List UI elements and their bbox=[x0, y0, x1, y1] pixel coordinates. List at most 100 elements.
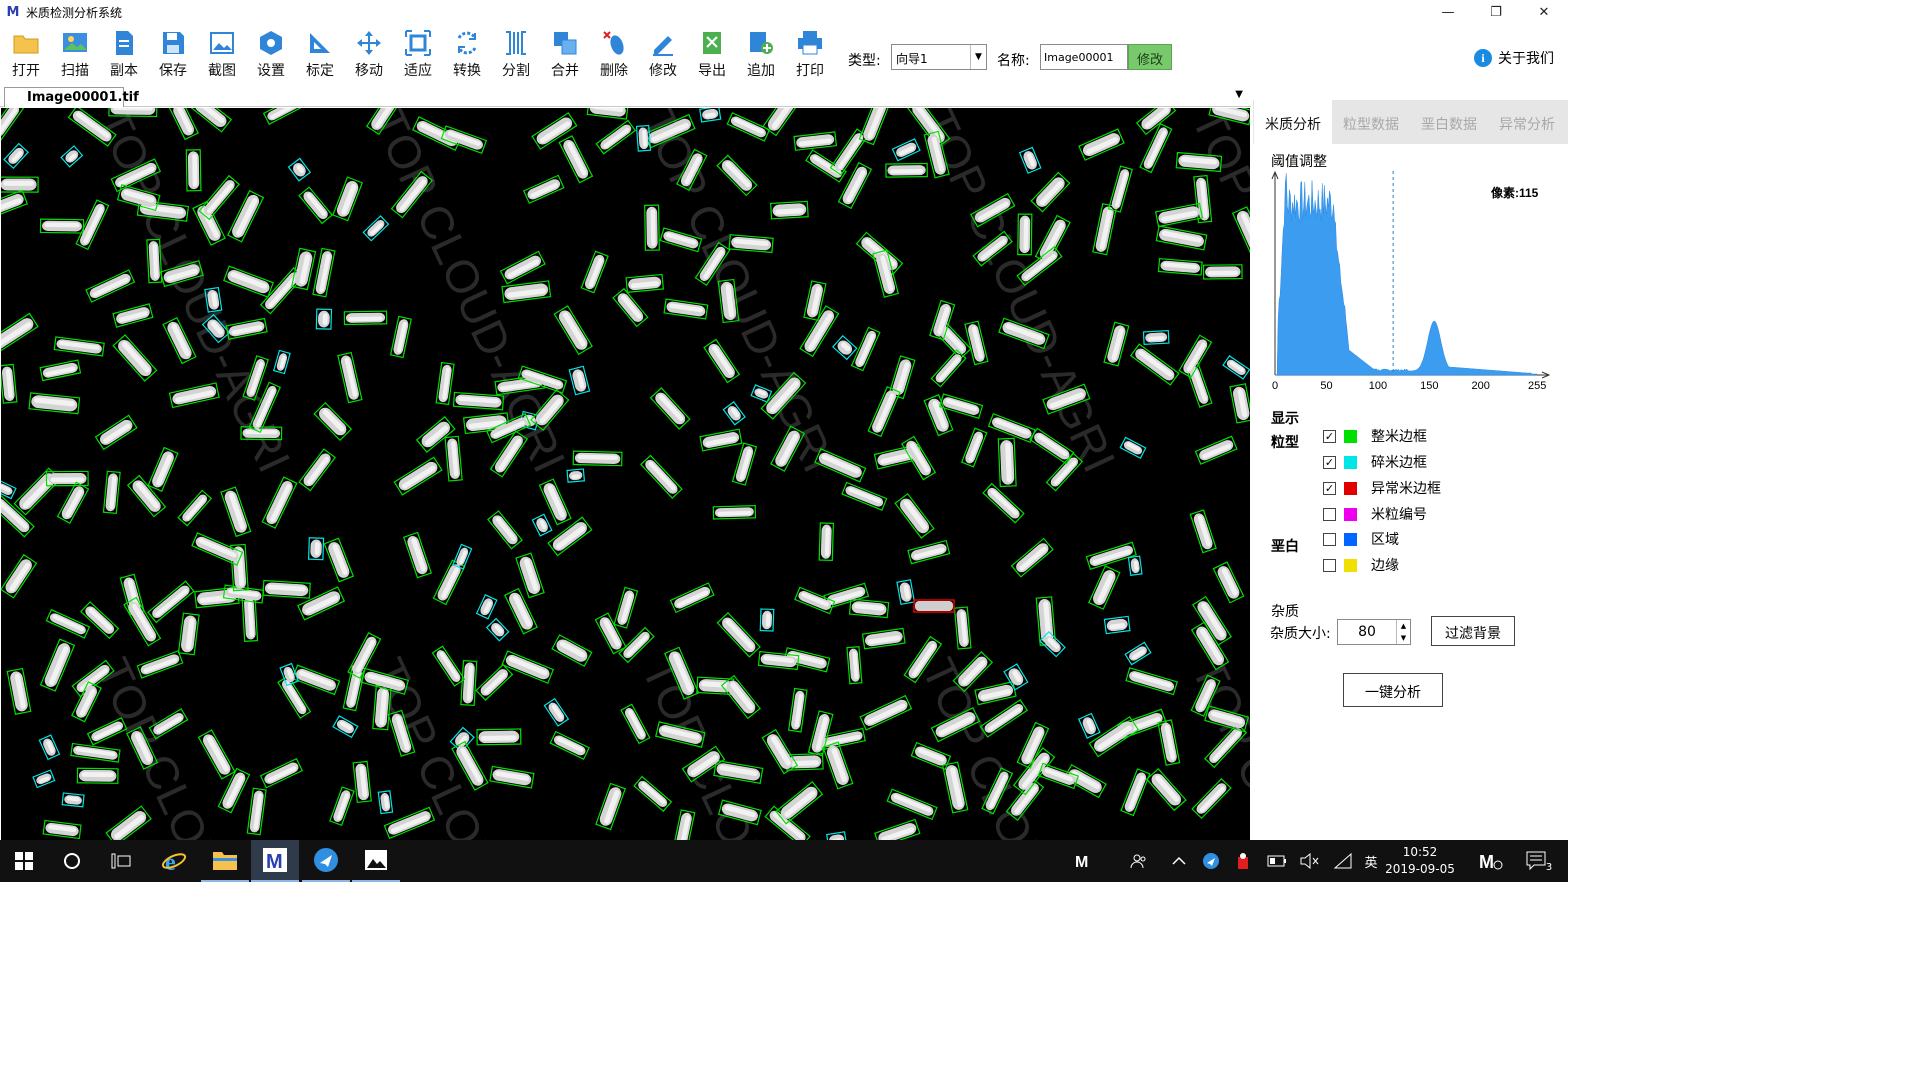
whole-rice-grain[interactable] bbox=[1135, 108, 1177, 136]
broken-rice-grain[interactable] bbox=[315, 308, 333, 330]
taskbar-rice-app[interactable]: M bbox=[251, 840, 299, 882]
open-button[interactable]: 打开 bbox=[4, 26, 48, 82]
whole-rice-grain[interactable] bbox=[389, 315, 412, 359]
whole-rice-grain[interactable] bbox=[1107, 165, 1133, 213]
broken-rice-grain[interactable] bbox=[32, 769, 56, 789]
broken-rice-grain[interactable] bbox=[1, 479, 17, 500]
abnormal-rice-grain[interactable] bbox=[913, 599, 955, 613]
broken-rice-grain[interactable] bbox=[1142, 330, 1170, 345]
broken-rice-grain[interactable] bbox=[1018, 146, 1042, 174]
whole-rice-border-toggle[interactable]: ✓ 整米边框 bbox=[1323, 426, 1427, 446]
whole-rice-grain[interactable] bbox=[522, 174, 565, 205]
delete-button[interactable]: 删除 bbox=[592, 26, 636, 82]
whole-rice-grain[interactable] bbox=[930, 349, 967, 388]
broken-rice-grain[interactable] bbox=[377, 790, 394, 815]
taskbar-ie[interactable]: e bbox=[150, 840, 198, 882]
edge-toggle[interactable]: 边缘 bbox=[1323, 555, 1399, 575]
whole-rice-grain[interactable] bbox=[39, 218, 85, 234]
tray-m-icon[interactable]: M bbox=[1474, 840, 1508, 882]
whole-rice-grain[interactable] bbox=[452, 391, 505, 411]
whole-rice-grain[interactable] bbox=[53, 336, 105, 357]
modify-name-button[interactable]: 修改 bbox=[1128, 44, 1172, 70]
checkbox[interactable]: ✓ bbox=[1323, 481, 1336, 495]
whole-rice-grain[interactable] bbox=[393, 456, 443, 496]
whole-rice-grain[interactable] bbox=[1212, 561, 1245, 604]
whole-rice-grain[interactable] bbox=[102, 470, 121, 515]
whole-rice-grain[interactable] bbox=[45, 470, 89, 487]
whole-rice-grain[interactable] bbox=[1229, 383, 1250, 424]
broken-rice-border-toggle[interactable]: ✓ 碎米边框 bbox=[1323, 452, 1427, 472]
broken-rice-grain[interactable] bbox=[60, 145, 84, 168]
taskbar-file-explorer[interactable] bbox=[201, 840, 249, 882]
whole-rice-grain[interactable] bbox=[558, 135, 594, 184]
whole-rice-grain[interactable] bbox=[886, 788, 938, 821]
whole-rice-grain[interactable] bbox=[1078, 128, 1125, 161]
whole-rice-grain[interactable] bbox=[329, 786, 355, 826]
whole-rice-grain[interactable] bbox=[580, 250, 609, 294]
whole-rice-grain[interactable] bbox=[1092, 203, 1118, 256]
whole-rice-grain[interactable] bbox=[625, 273, 665, 293]
whole-rice-grain[interactable] bbox=[476, 728, 522, 746]
whole-rice-grain[interactable] bbox=[499, 250, 546, 285]
whole-rice-grain[interactable] bbox=[191, 532, 244, 566]
whole-rice-grain[interactable] bbox=[885, 162, 928, 178]
whole-rice-grain[interactable] bbox=[1017, 213, 1033, 256]
whole-rice-grain[interactable] bbox=[112, 334, 158, 382]
whole-rice-grain[interactable] bbox=[501, 280, 552, 304]
tab-dropdown-icon[interactable]: ▼ bbox=[1235, 89, 1243, 100]
start-button[interactable] bbox=[0, 840, 48, 882]
whole-rice-grain[interactable] bbox=[313, 401, 353, 442]
whole-rice-grain[interactable] bbox=[728, 234, 774, 254]
whole-rice-grain[interactable] bbox=[586, 108, 629, 120]
close-button[interactable]: ✕ bbox=[1520, 0, 1568, 24]
broken-rice-grain[interactable] bbox=[3, 142, 29, 170]
whole-rice-grain[interactable] bbox=[1154, 202, 1204, 228]
whole-rice-grain[interactable] bbox=[613, 586, 639, 629]
whole-rice-grain[interactable] bbox=[644, 204, 660, 251]
broken-rice-grain[interactable] bbox=[722, 401, 746, 426]
about-us-link[interactable]: i 关于我们 bbox=[1474, 48, 1554, 68]
merge-button[interactable]: 合并 bbox=[543, 26, 587, 82]
checkbox[interactable] bbox=[1323, 507, 1336, 521]
whole-rice-grain[interactable] bbox=[489, 765, 535, 789]
whole-rice-grain[interactable] bbox=[1030, 171, 1071, 213]
whole-rice-grain[interactable] bbox=[960, 427, 988, 468]
whole-rice-grain[interactable] bbox=[716, 612, 761, 658]
broken-rice-grain[interactable] bbox=[362, 215, 390, 242]
whole-rice-grain[interactable] bbox=[549, 730, 590, 760]
whole-rice-grain[interactable] bbox=[553, 305, 593, 356]
whole-rice-grain[interactable] bbox=[246, 787, 267, 836]
whole-rice-grain[interactable] bbox=[671, 809, 696, 840]
rice-image-view[interactable]: TOP CLOUD-AGRI TOP CLOUD-AGRI TOP CLOUD-AG… bbox=[1, 108, 1250, 840]
whole-rice-grain[interactable] bbox=[28, 392, 81, 415]
whole-rice-grain[interactable] bbox=[312, 247, 336, 298]
whole-rice-grain[interactable] bbox=[177, 612, 200, 656]
broken-rice-grain[interactable] bbox=[307, 537, 325, 561]
broken-rice-grain[interactable] bbox=[699, 108, 722, 123]
ime-indicator[interactable]: 英 bbox=[1358, 840, 1384, 882]
whole-rice-grain[interactable] bbox=[1, 553, 38, 599]
whole-rice-grain[interactable] bbox=[848, 598, 890, 619]
whole-rice-grain[interactable] bbox=[1, 108, 25, 142]
whole-rice-grain[interactable] bbox=[669, 582, 715, 614]
scan-button[interactable]: 扫描 bbox=[53, 26, 97, 82]
whole-rice-grain[interactable] bbox=[185, 149, 202, 192]
whole-rice-grain[interactable] bbox=[177, 489, 213, 527]
whole-rice-grain[interactable] bbox=[1145, 768, 1187, 812]
broken-rice-grain[interactable] bbox=[759, 608, 775, 632]
whole-rice-grain[interactable] bbox=[39, 359, 82, 382]
convert-button[interactable]: 转换 bbox=[445, 26, 489, 82]
whole-rice-grain[interactable] bbox=[1157, 257, 1203, 276]
whole-rice-grain[interactable] bbox=[262, 579, 311, 599]
task-view-button[interactable] bbox=[97, 840, 145, 882]
whole-rice-grain[interactable] bbox=[337, 351, 363, 404]
whole-rice-grain[interactable] bbox=[1, 189, 29, 221]
whole-rice-grain[interactable] bbox=[42, 819, 82, 840]
whole-rice-grain[interactable] bbox=[1088, 565, 1121, 610]
save-button[interactable]: 保存 bbox=[151, 26, 195, 82]
broken-rice-grain[interactable] bbox=[891, 138, 921, 162]
tab-grain-data[interactable]: 粒型数据 bbox=[1332, 100, 1410, 144]
edit-button[interactable]: 修改 bbox=[641, 26, 685, 82]
taskbar-chat-app[interactable] bbox=[302, 840, 350, 882]
move-button[interactable]: 移动 bbox=[347, 26, 391, 82]
